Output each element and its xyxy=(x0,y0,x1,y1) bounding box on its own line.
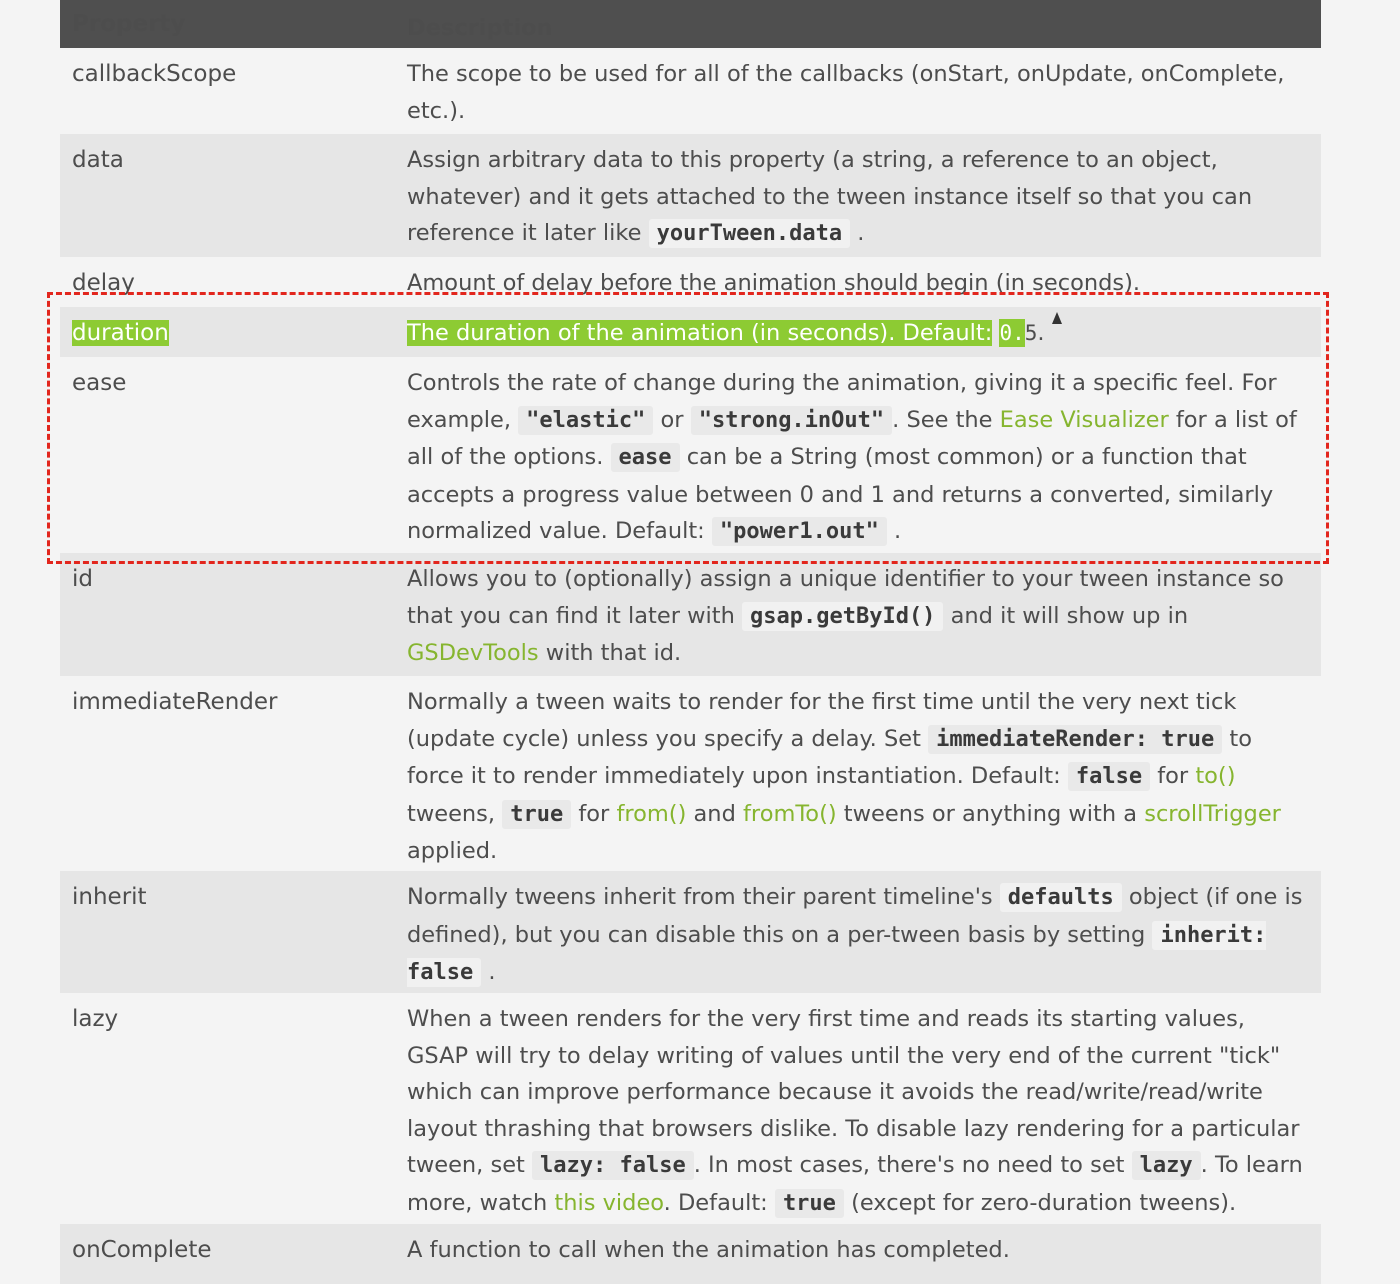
ease-visualizer-link[interactable]: Ease Visualizer xyxy=(1000,407,1169,433)
gsdevtools-link[interactable]: GSDevTools xyxy=(407,640,539,666)
selected-code: 0. xyxy=(999,319,1025,347)
selected-text: The duration of the animation (in second… xyxy=(407,320,993,346)
property-description: When a tween renders for the very first … xyxy=(407,1006,1303,1218)
property-name: immediateRender xyxy=(72,689,278,715)
this-video-link[interactable]: this video xyxy=(554,1190,663,1216)
table-row: inherit Normally tweens inherit from the… xyxy=(60,871,1321,993)
properties-table: Property Description callbackScope The s… xyxy=(60,0,1321,1284)
header-property: Property xyxy=(72,10,186,37)
property-name: callbackScope xyxy=(72,61,237,87)
property-name: delay xyxy=(72,270,135,296)
table-row: onComplete A function to call when the a… xyxy=(60,1224,1321,1284)
table-row: ease Controls the rate of change during … xyxy=(60,357,1321,553)
table-row: data Assign arbitrary data to this prope… xyxy=(60,134,1321,257)
property-name: id xyxy=(72,566,93,592)
property-description: The duration of the animation (in second… xyxy=(407,319,1045,347)
property-name: inherit xyxy=(72,884,147,910)
property-description: Normally tweens inherit from their paren… xyxy=(407,883,1303,987)
to-link[interactable]: to() xyxy=(1195,763,1235,789)
table-header: Property Description xyxy=(60,0,1321,48)
property-description: Normally a tween waits to render for the… xyxy=(407,689,1281,864)
property-description: The scope to be used for all of the call… xyxy=(407,61,1285,124)
table-row: id Allows you to (optionally) assign a u… xyxy=(60,553,1321,676)
property-description: A function to call when the animation ha… xyxy=(407,1237,1010,1263)
property-name: data xyxy=(72,147,124,173)
property-description: Controls the rate of change during the a… xyxy=(407,370,1297,546)
header-description: Description xyxy=(407,14,553,41)
property-name: lazy xyxy=(72,1006,119,1032)
table-row: lazy When a tween renders for the very f… xyxy=(60,993,1321,1224)
table-row: immediateRender Normally a tween waits t… xyxy=(60,676,1321,871)
property-name: onComplete xyxy=(72,1237,212,1263)
mouse-cursor-icon xyxy=(1052,312,1062,324)
property-description: Assign arbitrary data to this property (… xyxy=(407,147,1253,248)
table-row-duration: duration The duration of the animation (… xyxy=(60,307,1321,357)
fromto-link[interactable]: fromTo() xyxy=(743,801,837,827)
property-description: Allows you to (optionally) assign a uniq… xyxy=(407,566,1284,666)
table-row: callbackScope The scope to be used for a… xyxy=(60,48,1321,134)
property-name: ease xyxy=(72,370,127,396)
table-row: delay Amount of delay before the animati… xyxy=(60,257,1321,307)
property-description: Amount of delay before the animation sho… xyxy=(407,270,1141,296)
code-yourTween-data: yourTween.data xyxy=(648,219,851,248)
from-link[interactable]: from() xyxy=(616,801,686,827)
property-name: duration xyxy=(60,307,395,357)
selected-text: duration xyxy=(72,320,169,346)
scrolltrigger-link[interactable]: scrollTrigger xyxy=(1144,801,1281,827)
